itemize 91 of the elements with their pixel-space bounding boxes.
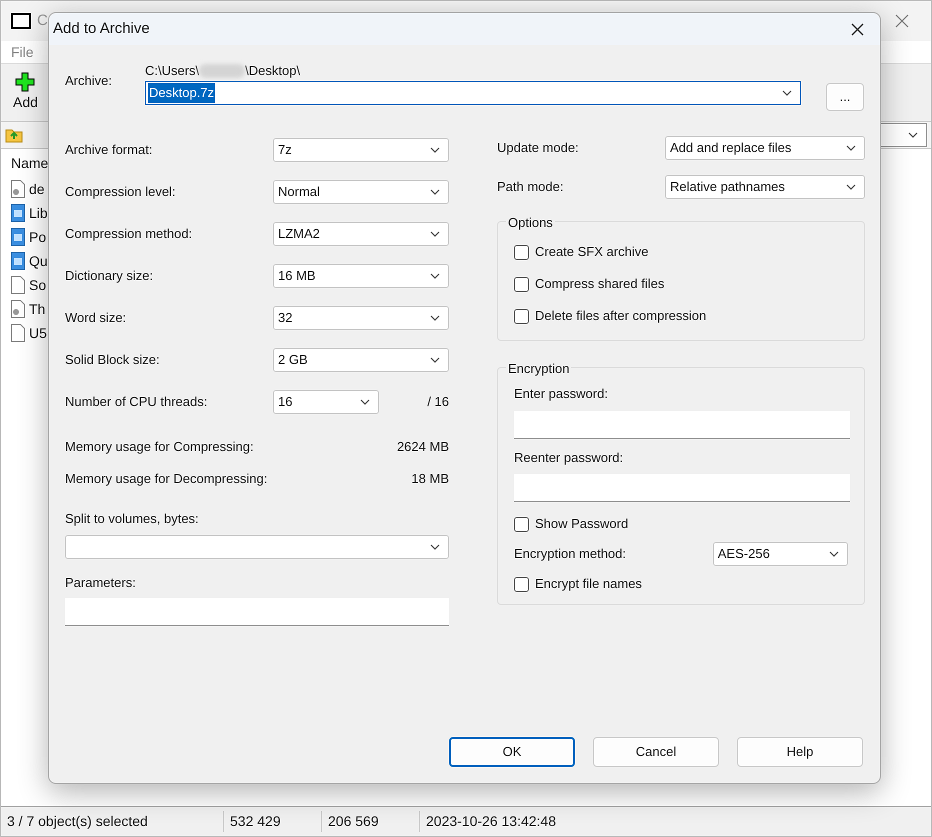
file-name[interactable]: U5: [29, 322, 47, 344]
field-label: Split to volumes, bytes:: [65, 510, 200, 528]
thread-count: / 16: [427, 393, 449, 412]
dialog-button[interactable]: Cancel: [593, 737, 719, 767]
field-label: Memory usage for Decompressing:: [65, 470, 268, 488]
dropdown[interactable]: Normal: [273, 180, 449, 204]
chevron-down-icon: [360, 399, 370, 405]
checkbox-label: Show Password: [535, 515, 628, 534]
chevron-down-icon: [908, 132, 918, 138]
file-name[interactable]: Qu: [29, 250, 48, 272]
checkbox[interactable]: [514, 516, 529, 532]
field-label: Archive format:: [65, 141, 154, 160]
dropdown[interactable]: AES-256: [712, 542, 848, 566]
field-label: Encryption method:: [514, 545, 628, 564]
image-file-icon: [11, 228, 25, 246]
settings-file-icon: [11, 300, 25, 318]
dropdown[interactable]: 16: [273, 390, 379, 414]
checkbox[interactable]: [514, 244, 529, 260]
chevron-down-icon: [430, 273, 440, 279]
chevron-down-icon: [430, 315, 440, 321]
add-button[interactable]: Add: [13, 72, 38, 113]
settings-file-icon: [11, 180, 25, 198]
field-label: Word size:: [65, 309, 128, 328]
checkbox[interactable]: [514, 576, 529, 592]
dropdown[interactable]: Add and replace files: [665, 136, 865, 160]
field-label: Update mode:: [497, 139, 580, 158]
checkbox[interactable]: [514, 308, 529, 324]
image-file-icon: [11, 204, 25, 222]
file-name[interactable]: de: [29, 178, 45, 200]
checkbox-label: Compress shared files: [535, 275, 664, 294]
dialog-button[interactable]: Help: [737, 737, 863, 767]
path-text: \Desktop\: [245, 62, 300, 80]
parameters-field[interactable]: [65, 598, 449, 626]
dropdown[interactable]: 16 MB: [273, 264, 449, 288]
status-text: 206 569: [321, 811, 419, 832]
field-label: Number of CPU threads:: [65, 393, 208, 412]
field-label: Enter password:: [514, 385, 609, 403]
memory-value: 2624 MB: [396, 438, 449, 456]
field-label: Parameters:: [65, 574, 137, 592]
chevron-down-icon: [846, 184, 856, 190]
dropdown[interactable]: 7z: [273, 138, 449, 162]
image-file-icon: [11, 252, 25, 270]
file-icon: [11, 276, 25, 294]
field-label: Path mode:: [497, 178, 564, 196]
dropdown[interactable]: Relative pathnames: [665, 175, 865, 199]
browse-button[interactable]: ...: [826, 83, 864, 111]
chevron-down-icon: [846, 145, 856, 151]
field-label: Archive:: [65, 72, 113, 90]
field-label: Memory usage for Compressing:: [65, 438, 254, 456]
checkbox[interactable]: [514, 276, 529, 292]
dropdown[interactable]: LZMA2: [273, 222, 449, 246]
checkbox-label: Create SFX archive: [535, 243, 648, 262]
chevron-down-icon: [430, 147, 440, 153]
chevron-down-icon: [430, 231, 440, 237]
plus-icon: [15, 72, 36, 92]
menu-item[interactable]: File: [11, 42, 34, 62]
field-label: Compression level:: [65, 183, 177, 202]
chevron-down-icon: [430, 544, 440, 550]
blurred-region: [199, 64, 246, 78]
dropdown[interactable]: [879, 123, 927, 147]
path-text: C:\Users\: [145, 62, 200, 80]
dialog-button[interactable]: OK: [449, 737, 575, 767]
dialog-title: Add to Archive: [53, 18, 150, 39]
chevron-down-icon: [430, 189, 440, 195]
field-label: Dictionary size:: [65, 267, 154, 286]
chevron-down-icon: [829, 551, 839, 557]
memory-value: 18 MB: [411, 470, 449, 488]
dropdown[interactable]: 32: [273, 306, 449, 330]
file-name[interactable]: So: [29, 274, 46, 296]
close-icon[interactable]: [851, 22, 864, 36]
file-icon: [11, 324, 25, 342]
app-logo-icon: [11, 13, 31, 29]
status-text: 2023-10-26 13:42:48: [419, 811, 562, 832]
field-label: Reenter password:: [514, 448, 624, 467]
status-text: 532 429: [223, 811, 321, 832]
password-field[interactable]: [514, 474, 850, 502]
file-name[interactable]: Th: [29, 298, 46, 320]
chevron-down-icon: [430, 357, 440, 363]
status-text: 3 / 7 object(s) selected: [6, 812, 149, 831]
checkbox-label: Encrypt file names: [535, 575, 642, 594]
password-field[interactable]: [514, 410, 850, 438]
window-title: C: [37, 10, 48, 31]
file-name[interactable]: Po: [29, 226, 46, 248]
archive-name-field[interactable]: Desktop.7z: [145, 81, 801, 105]
folder-up-icon[interactable]: [5, 127, 23, 143]
dropdown[interactable]: 2 GB: [273, 348, 449, 372]
checkbox-label: Delete files after compression: [535, 307, 706, 326]
field-label: Solid Block size:: [65, 351, 161, 370]
field-label: Compression method:: [65, 225, 194, 244]
chevron-down-icon: [782, 90, 792, 96]
file-name[interactable]: Lib: [29, 202, 48, 224]
